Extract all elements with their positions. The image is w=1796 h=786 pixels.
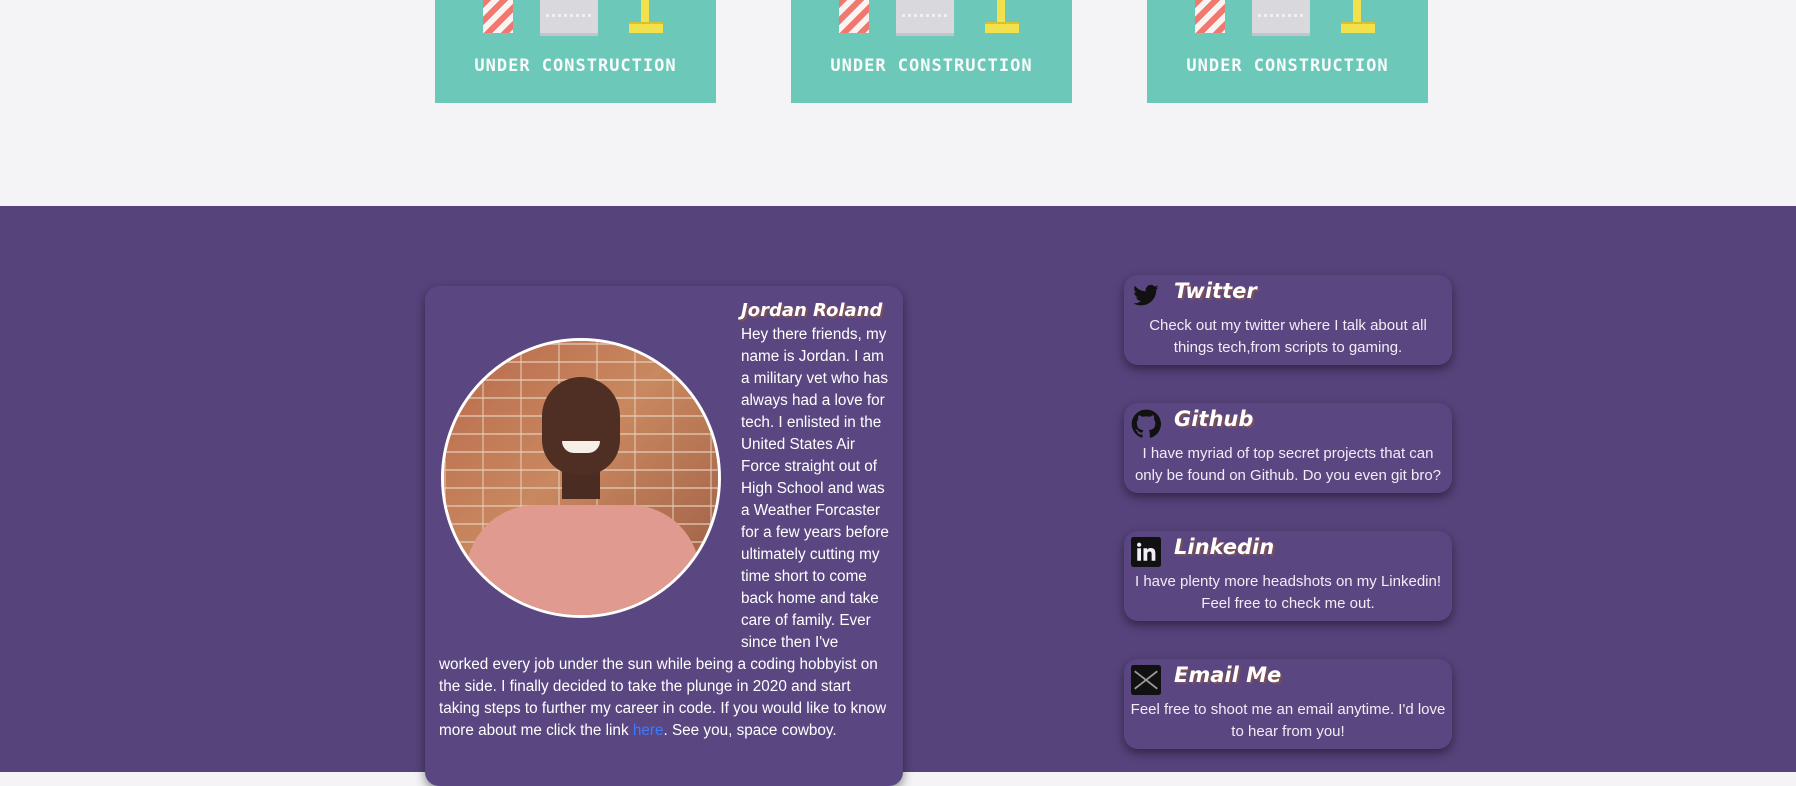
social-title: Twitter: [1174, 279, 1257, 303]
project-caption: UNDER CONSTRUCTION: [1186, 56, 1389, 76]
email-card[interactable]: Email Me Feel free to shoot me an email …: [1124, 659, 1452, 749]
keyboard-icon: [1252, 0, 1310, 36]
project-caption: UNDER CONSTRUCTION: [474, 56, 677, 76]
social-desc: Check out my twitter where I talk about …: [1149, 317, 1427, 356]
about-bio-end: . See you, space cowboy.: [663, 722, 837, 739]
keyboard-icon: [540, 0, 598, 36]
keyboard-icon: [896, 0, 954, 36]
lamp-icon: [629, 0, 663, 33]
email-envelope-icon: [1131, 665, 1161, 695]
social-title: Email Me: [1174, 663, 1282, 687]
social-desc: I have myriad of top secret projects tha…: [1134, 445, 1442, 484]
social-desc: Feel free to shoot me an email anytime. …: [1130, 701, 1446, 740]
lamp-icon: [1341, 0, 1375, 33]
lamp-icon: [985, 0, 1019, 33]
projects-section: UNDER CONSTRUCTION UNDER CONSTRUCTION UN…: [0, 0, 1796, 206]
social-title: Linkedin: [1174, 535, 1275, 559]
linkedin-icon: [1131, 537, 1161, 567]
linkedin-card[interactable]: Linkedin I have plenty more headshots on…: [1124, 531, 1452, 621]
github-card[interactable]: Github I have myriad of top secret proje…: [1124, 403, 1452, 493]
twitter-card[interactable]: Twitter Check out my twitter where I tal…: [1124, 275, 1452, 365]
about-text: Jordan Roland Hey there friends, my name…: [439, 300, 889, 742]
github-octocat-icon: [1131, 409, 1161, 439]
social-title: Github: [1174, 407, 1254, 431]
traffic-cone-icon: [1195, 0, 1225, 33]
about-card: Jordan Roland Hey there friends, my name…: [425, 286, 903, 786]
project-card[interactable]: UNDER CONSTRUCTION: [435, 0, 716, 103]
project-caption: UNDER CONSTRUCTION: [830, 56, 1033, 76]
about-link[interactable]: here: [633, 722, 664, 739]
twitter-bird-icon: [1131, 281, 1161, 311]
project-card[interactable]: UNDER CONSTRUCTION: [791, 0, 1072, 103]
traffic-cone-icon: [839, 0, 869, 33]
social-desc: I have plenty more headshots on my Linke…: [1134, 573, 1441, 612]
project-card[interactable]: UNDER CONSTRUCTION: [1147, 0, 1428, 103]
traffic-cone-icon: [483, 0, 513, 33]
